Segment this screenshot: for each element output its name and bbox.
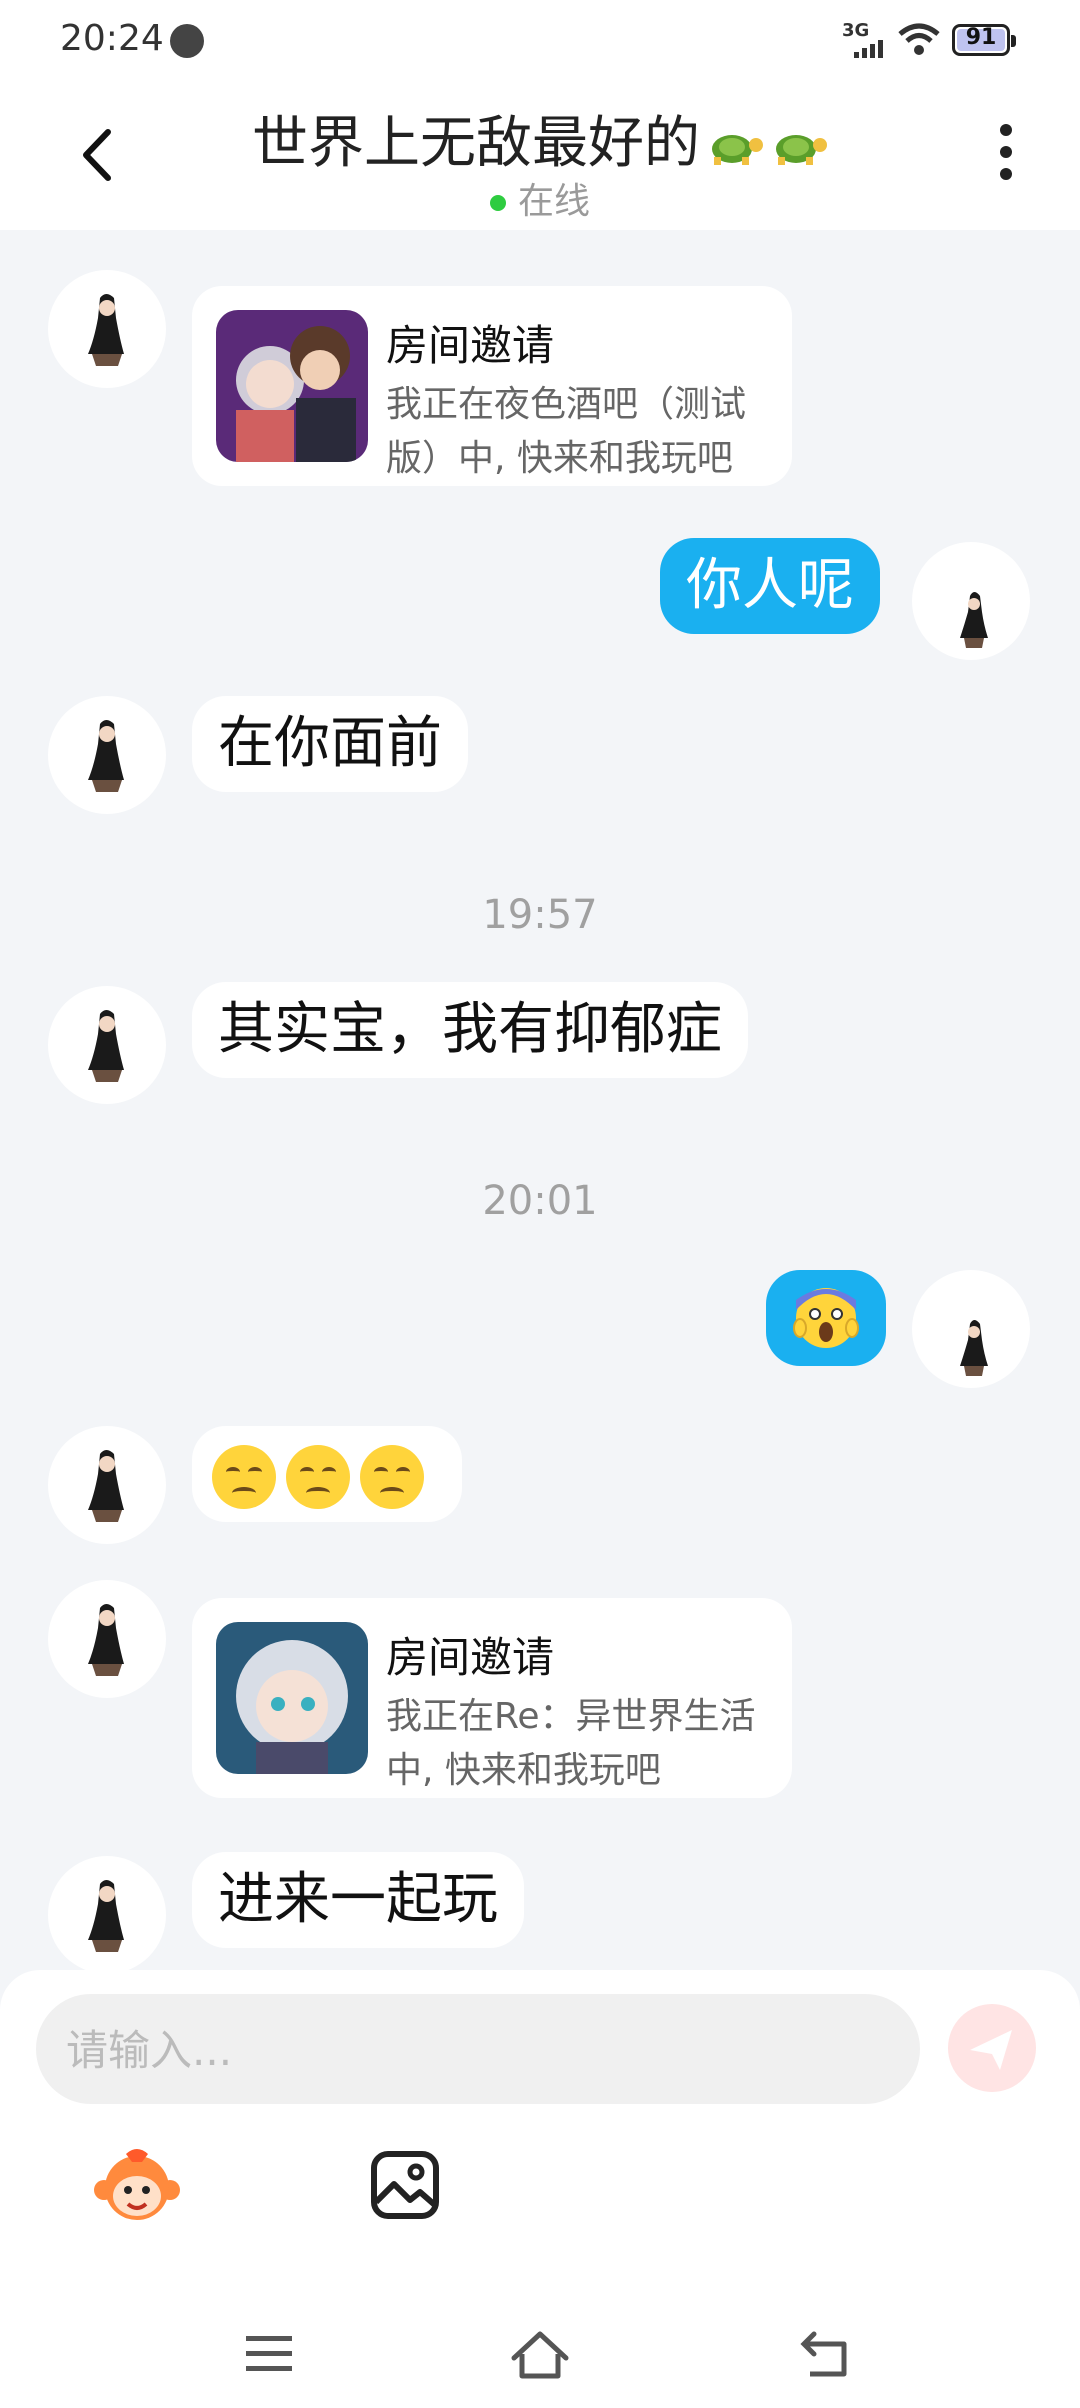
back-nav-icon[interactable] [796,2330,852,2380]
monkey-sticker-icon[interactable] [92,2146,182,2226]
message-timestamp: 19:57 [482,892,598,938]
status-time: 20:24 [60,18,164,59]
more-options-icon[interactable] [996,124,1016,188]
received-message[interactable]: 在你面前 [192,696,468,792]
contact-avatar[interactable] [48,1580,166,1698]
battery-icon: 91 [952,24,1016,56]
contact-avatar[interactable] [48,986,166,1104]
send-button[interactable] [948,2004,1036,2092]
chat-title: 世界上无敌最好的 [0,98,1080,179]
menu-icon[interactable] [244,2332,294,2376]
contact-avatar[interactable] [48,1426,166,1544]
disappointed-face-icon [212,1444,276,1509]
signal-icon [854,40,883,58]
invite-title: 房间邀请 [386,321,555,370]
invite-description: 我正在Re：异世界生活中, 快来和我玩吧 [386,1696,756,1791]
my-avatar[interactable] [912,542,1030,660]
screaming-face-icon [793,1288,859,1348]
message-input-container[interactable] [36,1994,920,2106]
message-list[interactable]: 房间邀请 我正在夜色酒吧（测试版）中, 快来和我玩吧 你人呢 在你面前 19:5… [0,230,1080,1970]
invite-description: 我正在夜色酒吧（测试版）中, 快来和我玩吧 [386,384,747,479]
game-thumbnail [216,310,368,462]
image-icon[interactable] [370,2150,440,2220]
disappointed-face-icon [286,1444,350,1509]
online-status-text: 在线 [517,181,590,222]
received-emoji-message[interactable] [192,1426,462,1522]
notification-icon [170,24,204,58]
online-dot [489,195,506,211]
battery-level-text: 91 [965,25,997,50]
sent-message[interactable]: 你人呢 [660,538,880,634]
message-input[interactable] [64,1994,888,2106]
room-invite-card[interactable]: 房间邀请 我正在夜色酒吧（测试版）中, 快来和我玩吧 [192,286,792,486]
turtle-icon [712,134,763,165]
game-thumbnail [216,1622,368,1774]
message-timestamp: 20:01 [482,1178,598,1224]
invite-title: 房间邀请 [386,1633,555,1682]
contact-avatar[interactable] [48,696,166,814]
system-nav-bar [0,2300,1080,2408]
chat-title-text: 世界上无敌最好的 [252,111,700,176]
disappointed-face-icon [360,1444,424,1509]
chat-header: 世界上无敌最好的 在线 [0,80,1080,230]
wifi-icon [898,23,940,55]
received-message[interactable]: 其实宝，我有抑郁症 [192,982,748,1078]
status-bar: 20:24 3G 91 [0,0,1080,80]
my-avatar[interactable] [912,1270,1030,1388]
contact-avatar[interactable] [48,1856,166,1970]
online-status: 在线 [0,172,1080,224]
contact-avatar[interactable] [48,270,166,388]
room-invite-card[interactable]: 房间邀请 我正在Re：异世界生活中, 快来和我玩吧 [192,1598,792,1798]
send-icon [970,2030,1012,2070]
home-icon[interactable] [508,2326,572,2382]
sent-emoji-message[interactable] [766,1270,886,1366]
received-message[interactable]: 进来一起玩 [192,1852,524,1948]
turtle-icon [776,134,827,165]
